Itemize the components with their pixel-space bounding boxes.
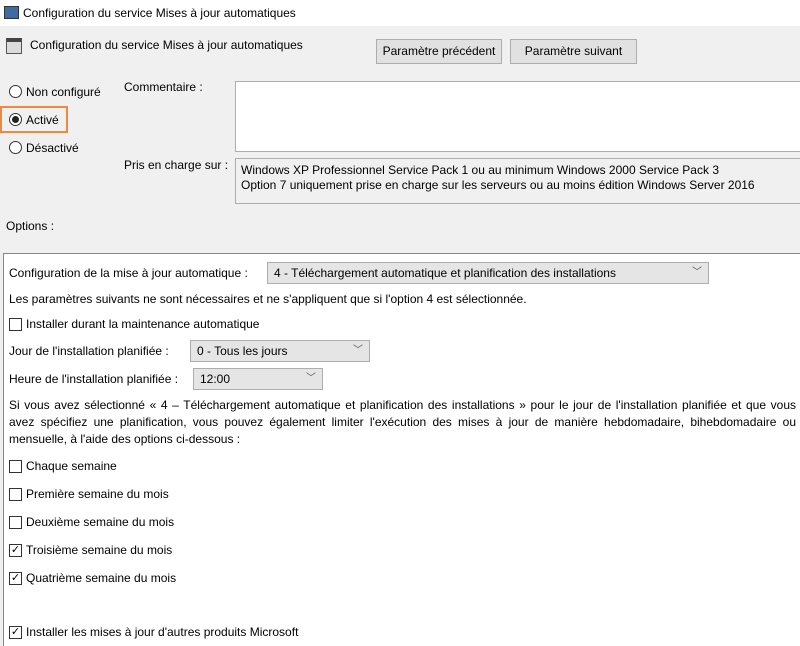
radio-disabled[interactable]: [9, 141, 22, 154]
time-select-value: 12:00: [200, 372, 231, 386]
other-products-checkbox[interactable]: ✓: [9, 625, 22, 639]
options-label: Options :: [6, 219, 55, 233]
week-checkbox-second[interactable]: [9, 515, 22, 529]
supported-label: Pris en charge sur :: [124, 158, 229, 172]
maintenance-checkbox[interactable]: [9, 317, 22, 331]
config-select-value: 4 - Téléchargement automatique et planif…: [274, 266, 616, 280]
chevron-down-icon: ﹀: [306, 373, 316, 384]
info-line: l'aide des options ci-dessous :: [80, 432, 241, 446]
week-checkbox-fourth[interactable]: ✓: [9, 571, 22, 585]
title-bar: Configuration du service Mises à jour au…: [0, 0, 800, 26]
supported-line: Windows XP Professionnel Service Pack 1 …: [241, 163, 719, 177]
policy-title: Configuration du service Mises à jour au…: [30, 38, 303, 52]
week-label[interactable]: Quatrième semaine du mois: [26, 571, 176, 585]
radio-enabled[interactable]: [9, 113, 22, 126]
day-label: Jour de l'installation planifiée :: [9, 344, 169, 358]
window-title: Configuration du service Mises à jour au…: [23, 6, 296, 20]
week-checkbox-third[interactable]: ✓: [9, 543, 22, 557]
supported-on-box: Windows XP Professionnel Service Pack 1 …: [235, 158, 800, 204]
radio-disabled-label[interactable]: Désactivé: [26, 141, 79, 155]
day-select[interactable]: 0 - Tous les jours ﹀: [190, 340, 370, 362]
option-note: Les paramètres suivants ne sont nécessai…: [9, 292, 527, 306]
previous-setting-button[interactable]: Paramètre précédent: [376, 39, 502, 64]
week-label[interactable]: Première semaine du mois: [26, 487, 169, 501]
comment-input[interactable]: [235, 81, 800, 152]
supported-line: Option 7 uniquement prise en charge sur …: [241, 178, 755, 192]
time-label: Heure de l'installation planifiée :: [9, 372, 179, 386]
policy-icon: [6, 38, 22, 54]
info-text: Si vous avez sélectionné « 4 – Télécharg…: [9, 397, 796, 448]
week-checkbox-first[interactable]: [9, 487, 22, 501]
week-label[interactable]: Deuxième semaine du mois: [26, 515, 174, 529]
other-products-label[interactable]: Installer les mises à jour d'autres prod…: [26, 625, 298, 639]
options-panel: Configuration de la mise à jour automati…: [3, 253, 800, 646]
week-label[interactable]: Troisième semaine du mois: [26, 543, 172, 557]
config-label: Configuration de la mise à jour automati…: [9, 266, 248, 280]
next-setting-button[interactable]: Paramètre suivant: [510, 39, 637, 64]
maintenance-label[interactable]: Installer durant la maintenance automati…: [26, 317, 259, 331]
app-icon: [4, 6, 19, 19]
radio-enabled-label[interactable]: Activé: [26, 113, 59, 127]
chevron-down-icon: ﹀: [692, 267, 702, 278]
week-checkbox-every[interactable]: [9, 459, 22, 473]
time-select[interactable]: 12:00 ﹀: [193, 368, 323, 390]
radio-not-configured-label[interactable]: Non configuré: [26, 85, 101, 99]
day-select-value: 0 - Tous les jours: [197, 344, 288, 358]
comment-label: Commentaire :: [124, 80, 203, 94]
config-select[interactable]: 4 - Téléchargement automatique et planif…: [267, 262, 709, 284]
chevron-down-icon: ﹀: [353, 345, 363, 356]
radio-not-configured[interactable]: [9, 85, 22, 98]
week-label[interactable]: Chaque semaine: [26, 459, 117, 473]
